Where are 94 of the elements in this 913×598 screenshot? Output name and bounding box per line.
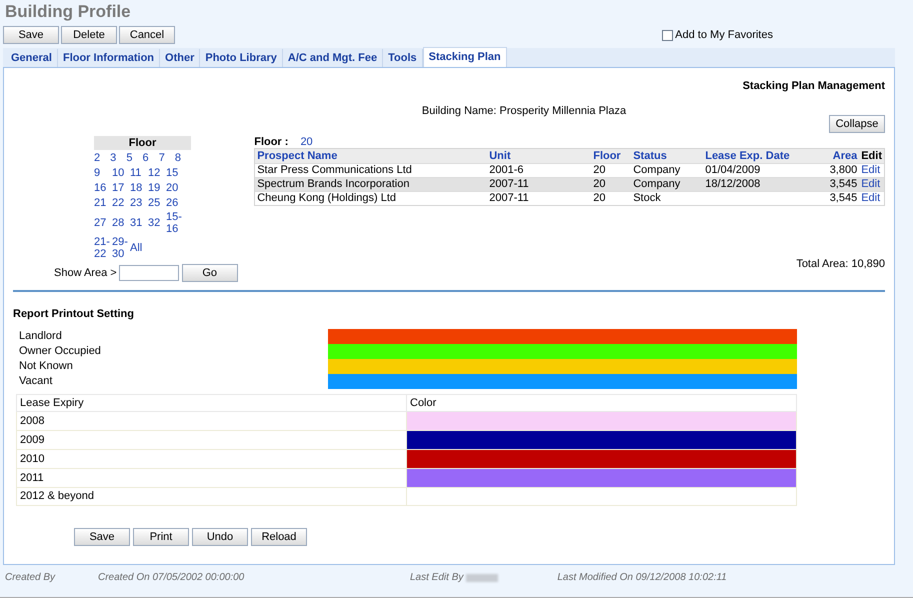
floor-link[interactable]: 2 (94, 152, 110, 164)
area-input[interactable] (118, 265, 179, 281)
last-edit-by: Last Edit By (410, 571, 464, 585)
action-button[interactable]: Reload (251, 528, 307, 546)
floor-link[interactable]: 15-16 (166, 211, 184, 235)
floor-link[interactable]: 21-22 (94, 236, 112, 260)
edit-link[interactable]: Edit (859, 162, 882, 179)
floor-link[interactable]: 25 (148, 197, 166, 209)
table-cell-text: Stock (632, 191, 662, 206)
collapse-button[interactable]: Collapse (829, 115, 885, 133)
floor-link[interactable]: 10 (112, 167, 130, 179)
floor-link[interactable]: 27 (94, 217, 112, 229)
floor-value: 20 (300, 136, 313, 148)
floor-link[interactable]: 32 (148, 217, 166, 229)
panel-heading: Stacking Plan Management (742, 79, 885, 94)
floor-link[interactable]: 18 (130, 182, 148, 194)
table-cell-text: 2001-6 (488, 163, 524, 178)
floor-link[interactable]: 21 (94, 197, 112, 209)
legend-label: Landlord (19, 328, 63, 344)
floor-link[interactable]: 8 (174, 152, 192, 164)
table-cell-text: 20 (592, 191, 606, 206)
action-button[interactable]: Print (133, 528, 189, 546)
table-cell-text: Company (632, 177, 682, 192)
floor-link[interactable]: 7 (158, 152, 175, 164)
column-header: Prospect Name (256, 148, 338, 164)
floor-link[interactable]: 3 (110, 152, 126, 164)
floor-link[interactable]: 15 (166, 167, 184, 179)
last-modified: Last Modified On 09/12/2008 10:02:11 (557, 571, 727, 585)
floor-link[interactable]: All (130, 242, 148, 254)
table-cell-text: 2007-11 (488, 191, 530, 206)
table-cell: 2009 (16, 430, 406, 450)
table-cell-text: 3,800 (828, 163, 858, 178)
table-cell: 2010 (16, 450, 406, 468)
column-header: Status (632, 148, 668, 164)
created-on: Created On 07/05/2002 00:00:00 (98, 571, 246, 585)
table-cell: 2011 (16, 468, 406, 488)
floor-link[interactable]: 5 (126, 152, 143, 164)
floor-link[interactable]: 12 (148, 167, 166, 179)
floor-link[interactable]: 22 (112, 197, 130, 209)
show-area-label: Show Area > (54, 266, 117, 281)
column-header: Floor (592, 148, 622, 164)
floor-link[interactable]: 29-30 (112, 236, 130, 260)
edit-link[interactable]: Edit (859, 176, 882, 193)
table-cell-text: 20 (592, 163, 606, 178)
table-cell-text: 3,545 (828, 177, 858, 192)
column-header: Color (406, 394, 796, 412)
legend-label: Owner Occupied (19, 344, 102, 359)
floor-link[interactable]: 17 (112, 182, 130, 194)
blurred-name (466, 574, 498, 582)
page-title: Building Profile (5, 2, 132, 22)
floor-header: Floor (94, 136, 191, 150)
floor-link[interactable]: 16 (94, 182, 112, 194)
checkbox-label: Add to My Favorites (675, 28, 773, 43)
column-header: Edit (860, 148, 883, 164)
column-header: Unit (488, 148, 512, 164)
report-heading: Report Printout Setting (13, 307, 134, 322)
table-cell-text: Cheung Kong (Holdings) Ltd (256, 191, 398, 206)
floor-label: Floor : (254, 136, 288, 148)
toolbar-button[interactable]: Save (3, 26, 59, 44)
toolbar-button[interactable]: Delete (61, 26, 117, 44)
table-cell-text: 20 (592, 177, 606, 192)
floor-link[interactable]: 20 (166, 182, 184, 194)
created-by: Created By (5, 571, 56, 585)
floor-link[interactable]: 19 (148, 182, 166, 194)
column-header: Area (832, 148, 858, 164)
table-cell-text: 01/04/2009 (704, 163, 762, 178)
floor-link[interactable]: 9 (94, 167, 112, 179)
floor-link[interactable]: 28 (112, 217, 130, 229)
table-cell-text: 18/12/2008 (704, 177, 762, 192)
toolbar-button[interactable]: Cancel (119, 26, 175, 44)
action-button[interactable]: Undo (192, 528, 248, 546)
floor-link[interactable]: 23 (130, 197, 148, 209)
table-cell-text: Company (632, 163, 682, 178)
column-header: Lease Expiry (16, 394, 406, 412)
floor-link[interactable]: 26 (166, 197, 184, 209)
floor-link[interactable]: 31 (130, 217, 148, 229)
go-button[interactable]: Go (182, 264, 238, 282)
table-cell: 2012 & beyond (16, 488, 406, 506)
building-name: Building Name: Prosperity Millennia Plaza (422, 104, 626, 118)
table-cell-text: Star Press Communications Ltd (256, 163, 413, 178)
edit-link[interactable]: Edit (859, 190, 882, 207)
total-area: Total Area: 10,890 (796, 256, 885, 272)
table-cell-text: 3,545 (828, 191, 858, 206)
table-cell-text: 2007-11 (488, 177, 530, 192)
action-button[interactable]: Save (74, 528, 130, 546)
table-cell-text: Spectrum Brands Incorporation (256, 177, 410, 192)
legend-label: Not Known (19, 358, 74, 374)
tab[interactable]: Stacking Plan (422, 47, 507, 67)
column-header: Lease Exp. Date (704, 148, 791, 164)
floor-link[interactable]: 11 (130, 167, 148, 179)
floor-link[interactable]: 6 (142, 152, 159, 164)
legend-label: Vacant (19, 374, 54, 389)
checkbox[interactable] (662, 30, 674, 40)
table-cell: 2008 (16, 412, 406, 430)
